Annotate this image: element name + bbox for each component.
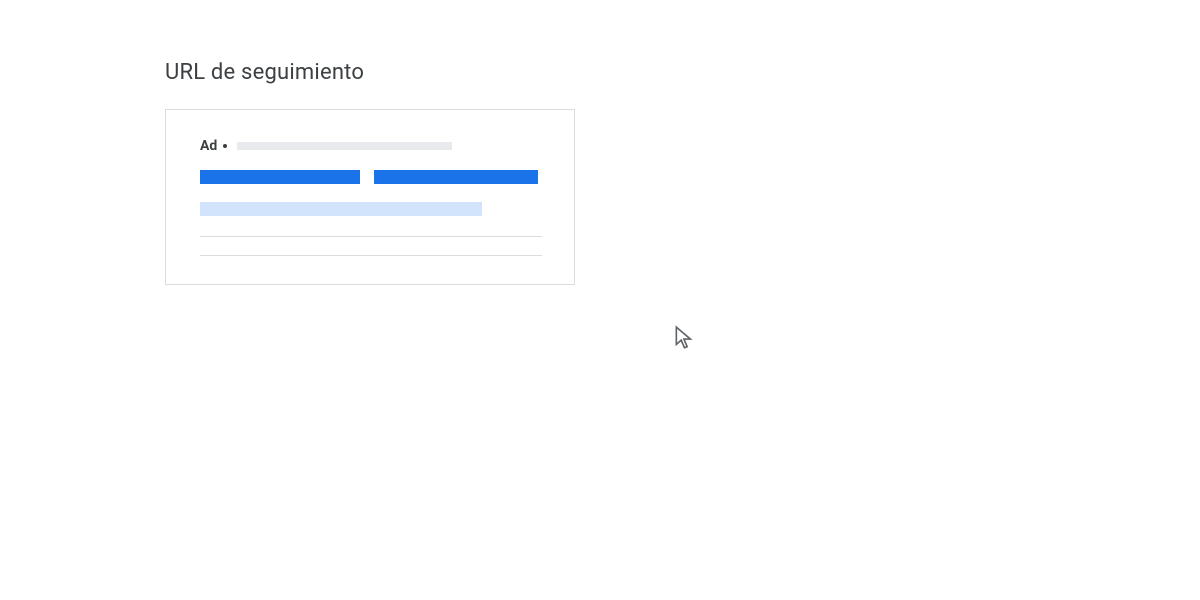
tracking-url-section: URL de seguimiento Ad — [0, 0, 1200, 285]
ad-headline-placeholder-1 — [200, 170, 360, 184]
cursor-icon — [674, 325, 696, 351]
ad-separator-dot — [223, 144, 227, 148]
ad-badge-label: Ad — [200, 138, 217, 154]
section-title: URL de seguimiento — [165, 60, 1200, 85]
ad-headline-placeholder-2 — [374, 170, 538, 184]
ad-header-row: Ad — [200, 138, 540, 154]
ad-description-placeholder — [200, 202, 482, 216]
ad-preview-card: Ad — [165, 109, 575, 285]
ad-url-placeholder — [237, 142, 452, 150]
ad-headline-row — [200, 170, 540, 184]
ad-divider-1 — [200, 236, 542, 237]
ad-divider-2 — [200, 255, 542, 256]
